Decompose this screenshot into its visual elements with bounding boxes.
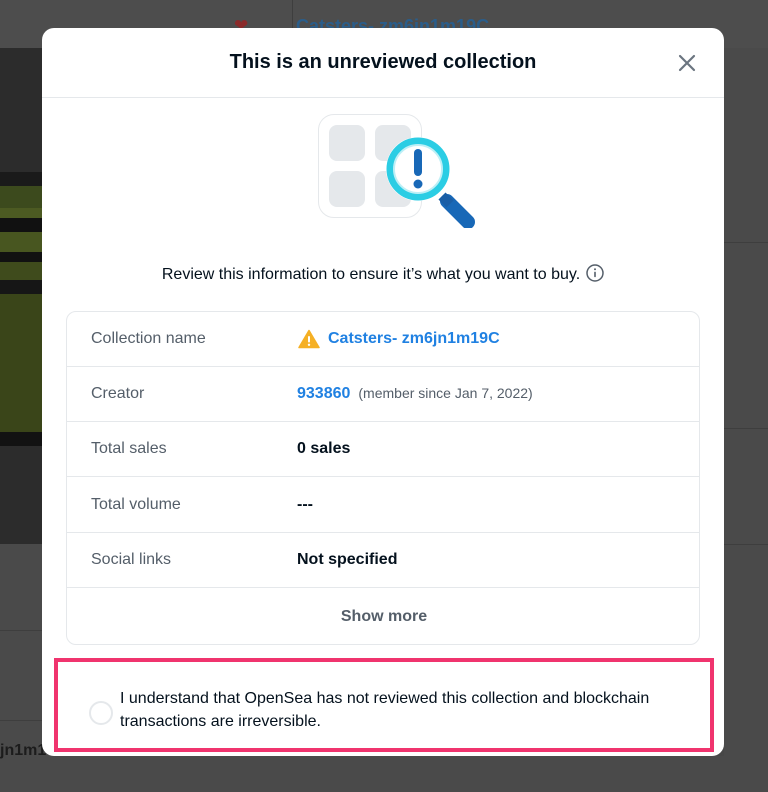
table-row-social-links: Social links Not specified <box>67 533 699 588</box>
creator-member-since: (member since Jan 7, 2022) <box>358 385 533 401</box>
total-volume-value: --- <box>297 496 313 513</box>
acknowledgement-checkbox[interactable] <box>89 701 113 725</box>
acknowledgement-text[interactable]: I understand that OpenSea has not review… <box>120 687 680 733</box>
info-icon[interactable] <box>586 264 604 282</box>
magnifier-icon <box>386 137 475 228</box>
close-icon[interactable] <box>676 52 698 74</box>
background-right-panel <box>724 48 768 792</box>
row-label: Social links <box>91 551 172 568</box>
table-row-total-sales: Total sales 0 sales <box>67 422 699 477</box>
table-row-creator: Creator 933860 (member since Jan 7, 2022) <box>67 367 699 422</box>
table-row-total-volume: Total volume --- <box>67 478 699 533</box>
row-label: Total volume <box>91 496 181 513</box>
acknowledgement-highlight: I understand that OpenSea has not review… <box>54 658 714 752</box>
row-label: Total sales <box>91 440 167 457</box>
table-row-collection-name: Collection name Catsters- zm6jn1m19C <box>67 312 699 367</box>
background-item-name: jn1m1 <box>0 742 47 759</box>
collection-info-table: Collection name Catsters- zm6jn1m19C Cre… <box>66 311 700 645</box>
social-links-value: Not specified <box>297 551 398 568</box>
review-instructions: Review this information to ensure it’s w… <box>42 264 724 284</box>
total-sales-value: 0 sales <box>297 440 351 457</box>
modal-header: This is an unreviewed collection <box>42 28 724 98</box>
collection-name-link[interactable]: Catsters- zm6jn1m19C <box>328 330 500 348</box>
background-footer <box>292 756 768 792</box>
unreviewed-collection-modal: This is an unreviewed collection Review … <box>42 28 724 756</box>
row-label: Collection name <box>91 330 206 347</box>
creator-link[interactable]: 933860 <box>297 385 350 402</box>
intro-text: Review this information to ensure it’s w… <box>161 266 581 283</box>
warning-icon <box>298 329 320 349</box>
unreviewed-collection-magnifier-icon <box>316 112 476 228</box>
show-more-button[interactable]: Show more <box>67 589 699 644</box>
creator-value: 933860 (member since Jan 7, 2022) <box>297 385 533 403</box>
row-label: Creator <box>91 385 145 402</box>
background-nft-image <box>0 48 44 544</box>
modal-title: This is an unreviewed collection <box>229 51 537 73</box>
